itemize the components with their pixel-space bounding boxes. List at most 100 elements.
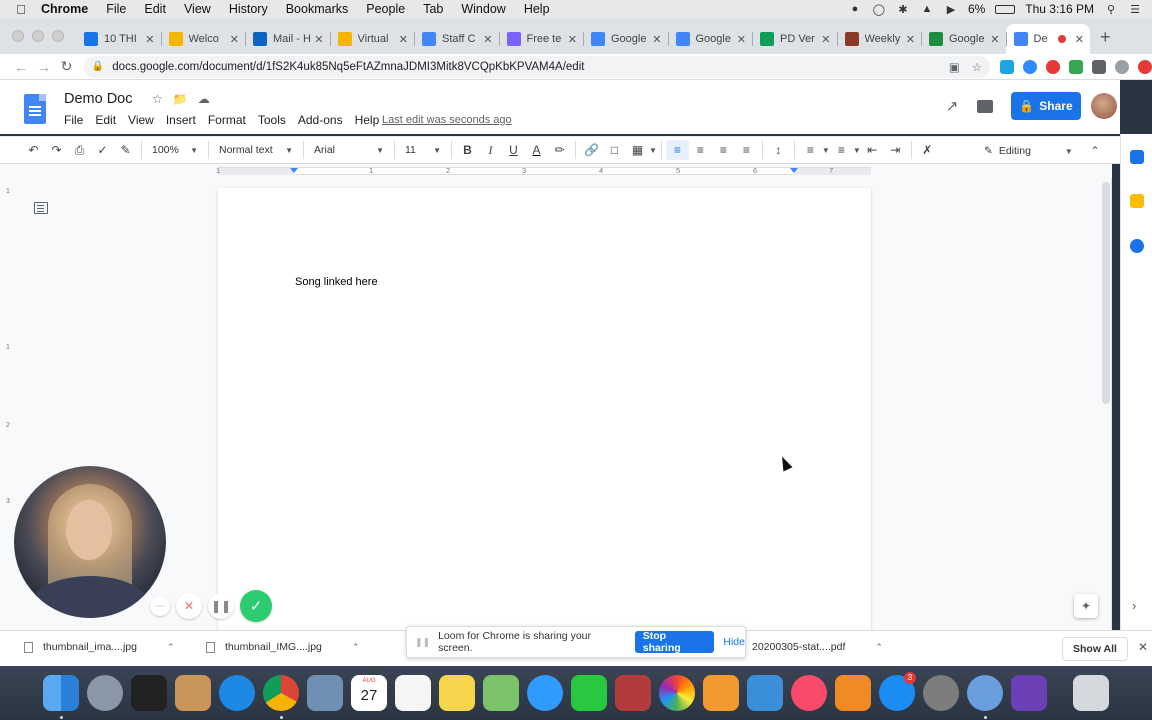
contacts-icon[interactable] <box>175 675 211 711</box>
chevron-down-icon[interactable]: ▼ <box>822 146 830 155</box>
chevron-up-icon[interactable]: ⌃ <box>167 642 175 653</box>
notes-icon[interactable] <box>439 675 475 711</box>
font-family-select[interactable]: Arial ▼ <box>308 144 390 156</box>
browser-tab[interactable]: Free te ✕ <box>498 24 584 54</box>
microphone-icon[interactable]: ● <box>848 3 862 15</box>
menu-help[interactable]: Help <box>515 2 559 16</box>
apple-icon[interactable]:  <box>10 2 32 17</box>
browser-tab[interactable]: De ✕ <box>1005 24 1090 54</box>
bold-icon[interactable]: B <box>456 143 479 157</box>
font-size-select[interactable]: 11 ▼ <box>399 144 447 156</box>
browser-tab[interactable]: Google ✕ <box>921 24 1006 54</box>
paint-format-icon[interactable]: ✎ <box>114 143 137 157</box>
browser-tab[interactable]: Virtual ✕ <box>329 24 415 54</box>
pages-icon[interactable] <box>703 675 739 711</box>
volume-icon[interactable]: ▶ <box>944 3 958 16</box>
photo-booth-icon[interactable] <box>131 675 167 711</box>
decrease-indent-icon[interactable]: ⇤ <box>861 143 884 157</box>
browser-tab[interactable]: Google ✕ <box>667 24 753 54</box>
menu-file[interactable]: File <box>97 2 135 16</box>
star-icon[interactable]: ☆ <box>152 92 163 106</box>
hide-notice-button[interactable]: Hide <box>723 636 745 648</box>
align-right-icon[interactable]: ≡ <box>712 143 735 157</box>
system-preferences-icon[interactable] <box>923 675 959 711</box>
books-icon[interactable] <box>835 675 871 711</box>
preview-icon[interactable] <box>307 675 343 711</box>
maps-icon[interactable] <box>483 675 519 711</box>
close-window-button[interactable] <box>12 30 24 42</box>
spotlight-search-icon[interactable]: ⚲ <box>1104 3 1118 16</box>
close-tab-icon[interactable]: ✕ <box>652 33 661 46</box>
reload-button[interactable]: ↻ <box>55 58 78 75</box>
menu-edit[interactable]: Edit <box>135 2 175 16</box>
close-tab-icon[interactable]: ✕ <box>568 33 577 46</box>
left-indent-marker[interactable] <box>290 168 298 173</box>
close-tab-icon[interactable]: ✕ <box>230 33 239 46</box>
minimize-window-button[interactable] <box>32 30 44 42</box>
bookmark-star-icon[interactable]: ☆ <box>972 60 982 74</box>
cloud-status-icon[interactable]: ☁ <box>198 92 210 106</box>
notification-center-icon[interactable]: ☰ <box>1128 3 1142 16</box>
battery-icon[interactable] <box>995 4 1016 14</box>
photos-icon[interactable] <box>659 675 695 711</box>
tasks-icon[interactable] <box>1130 239 1144 253</box>
imovie-icon[interactable] <box>1011 675 1047 711</box>
chrome-icon[interactable] <box>263 675 299 711</box>
avatar[interactable] <box>1091 93 1117 119</box>
browser-tab[interactable]: Google ✕ <box>583 24 668 54</box>
docs-menu-file[interactable]: File <box>64 113 83 127</box>
spellcheck-icon[interactable]: ✓ <box>91 143 114 157</box>
insert-comment-icon[interactable]: □ <box>603 143 626 157</box>
close-tab-icon[interactable]: ✕ <box>1075 33 1084 46</box>
editing-mode-select[interactable]: ✎ Editing ▼ ⌃ <box>984 137 1100 165</box>
trash-icon[interactable] <box>1073 675 1109 711</box>
undo-icon[interactable]: ↶ <box>22 143 45 157</box>
menu-window[interactable]: Window <box>452 2 514 16</box>
omnibox[interactable]: 🔒 docs.google.com/document/d/1fS2K4uk85N… <box>83 55 991 78</box>
photo-app-icon[interactable] <box>615 675 651 711</box>
show-all-downloads-button[interactable]: Show All <box>1062 637 1128 661</box>
insert-link-icon[interactable]: 🔗 <box>580 143 603 157</box>
download-item[interactable]: 20200305-stat....pdf ⌃ <box>752 641 883 653</box>
text-color-icon[interactable]: A <box>525 143 548 157</box>
menu-bookmarks[interactable]: Bookmarks <box>277 2 358 16</box>
messages-icon[interactable] <box>527 675 563 711</box>
extension-cloud-icon[interactable] <box>1000 59 1015 74</box>
vertical-scrollbar[interactable] <box>1102 182 1110 404</box>
paragraph-style-select[interactable]: Normal text ▼ <box>213 144 299 156</box>
browser-tab[interactable]: Welco ✕ <box>160 24 246 54</box>
chrome-app-icon[interactable] <box>967 675 1003 711</box>
close-tab-icon[interactable]: ✕ <box>483 33 492 46</box>
browser-tab[interactable]: PD Ver ✕ <box>752 24 837 54</box>
finder-icon[interactable] <box>43 675 79 711</box>
calendar-app-icon[interactable]: 27 <box>351 675 387 711</box>
docs-menu-view[interactable]: View <box>128 113 154 127</box>
safari-icon[interactable] <box>219 675 255 711</box>
close-tab-icon[interactable]: ✕ <box>145 33 154 46</box>
browser-tab[interactable]: Weekly ✕ <box>836 24 922 54</box>
calendar-icon[interactable] <box>1130 150 1144 164</box>
close-tab-icon[interactable]: ✕ <box>990 33 999 46</box>
chevron-up-icon[interactable]: ⌃ <box>352 642 360 653</box>
browser-tab[interactable]: Mail - H ✕ <box>245 24 330 54</box>
underline-icon[interactable]: U <box>502 143 525 157</box>
stop-sharing-button[interactable]: Stop sharing <box>634 630 715 654</box>
webcam-bubble[interactable] <box>14 466 166 618</box>
redo-icon[interactable]: ↷ <box>45 143 68 157</box>
close-tab-icon[interactable]: ✕ <box>906 33 915 46</box>
increase-indent-icon[interactable]: ⇥ <box>884 143 907 157</box>
numbered-list-icon[interactable]: ≡ <box>799 143 822 157</box>
move-folder-icon[interactable]: 📁 <box>173 92 188 106</box>
loom-extension-icon[interactable] <box>1138 59 1152 74</box>
print-icon[interactable]: ⎙ <box>68 143 91 158</box>
activity-dashboard-icon[interactable]: ↗ <box>937 97 967 115</box>
close-tab-icon[interactable]: ✕ <box>737 33 746 46</box>
extension-green-icon[interactable] <box>1069 59 1084 74</box>
docs-home-icon[interactable] <box>24 94 46 124</box>
docs-menu-help[interactable]: Help <box>355 113 380 127</box>
profile-icon[interactable] <box>1115 59 1130 74</box>
loom-status-icon[interactable]: ◯ <box>872 3 886 16</box>
highlight-color-icon[interactable]: ✏ <box>548 143 571 157</box>
explore-icon[interactable]: ✦ <box>1074 594 1098 618</box>
bluetooth-icon[interactable]: ✱ <box>896 3 910 16</box>
